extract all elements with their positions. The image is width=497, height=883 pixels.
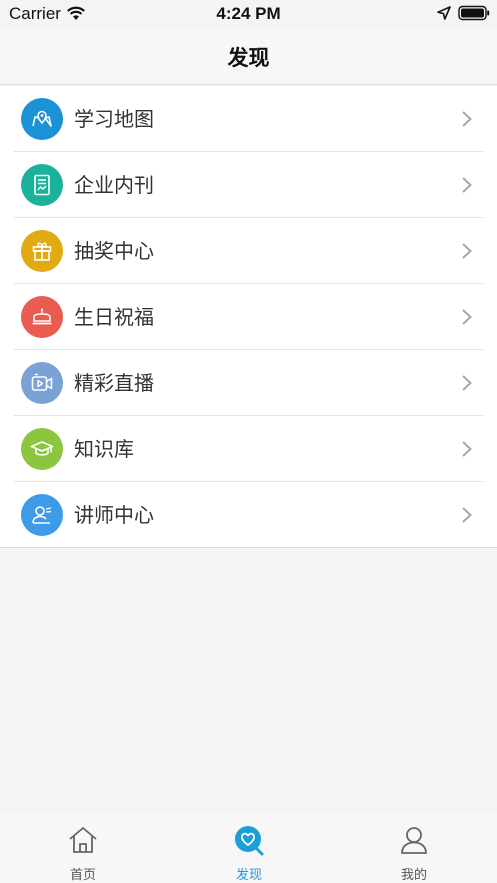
chevron-right-icon [462, 507, 472, 523]
chevron-right-icon [462, 441, 472, 457]
lottery-center-icon-badge [21, 230, 63, 272]
profile-icon [401, 827, 427, 854]
chevron-right-icon [462, 177, 472, 193]
chevron-right-icon [462, 309, 472, 325]
tab-label: 发现 [235, 868, 262, 883]
knowledge-base-icon-badge [21, 428, 63, 470]
company-journal-icon-badge [21, 164, 63, 206]
menu-item-label: 抽奖中心 [74, 239, 154, 263]
tab-home[interactable]: 首页 [0, 811, 166, 883]
live-stream-icon-badge [21, 362, 63, 404]
cake-icon [32, 308, 52, 325]
birthday-wishes-icon-badge [21, 296, 63, 338]
tab-label: 首页 [69, 868, 96, 883]
home-icon [69, 827, 97, 853]
menu-item-label: 学习地图 [74, 107, 154, 131]
status-time: 4:24 PM [216, 4, 281, 23]
discover-menu-list: 学习地图 企业内刊 抽奖中心 生日祝福 精彩直播 知识库 讲师中心 [0, 86, 497, 548]
battery-icon [458, 5, 490, 21]
video-icon [31, 373, 53, 391]
teacher-icon [32, 506, 52, 524]
gift-icon [32, 242, 52, 261]
location-arrow-icon [437, 6, 451, 20]
menu-item-learning-map[interactable]: 学习地图 [0, 86, 497, 152]
status-bar: Carrier 4:24 PM [0, 0, 497, 28]
menu-item-label: 生日祝福 [74, 305, 154, 329]
menu-item-label: 企业内刊 [74, 173, 154, 197]
menu-item-lecturer-center[interactable]: 讲师中心 [0, 482, 497, 548]
menu-item-live-stream[interactable]: 精彩直播 [0, 350, 497, 416]
learning-map-icon-badge [21, 98, 63, 140]
tab-profile[interactable]: 我的 [331, 811, 497, 883]
menu-item-company-journal[interactable]: 企业内刊 [0, 152, 497, 218]
menu-item-label: 精彩直播 [74, 371, 154, 395]
navigation-bar: 发现 [0, 28, 497, 85]
chevron-right-icon [462, 243, 472, 259]
page-title: 发现 [227, 46, 270, 70]
menu-item-label: 知识库 [74, 437, 134, 461]
map-pin-icon [32, 110, 52, 127]
discover-icon [235, 826, 264, 856]
menu-item-label: 讲师中心 [74, 503, 154, 527]
menu-item-birthday-wishes[interactable]: 生日祝福 [0, 284, 497, 350]
lecturer-center-icon-badge [21, 494, 63, 536]
tab-discover[interactable]: 发现 [166, 811, 332, 883]
chevron-right-icon [462, 375, 472, 391]
screen: Carrier 4:24 PM 发现 学习地图 企业内刊 抽奖中心 生日祝福 精… [0, 0, 497, 883]
menu-item-knowledge-base[interactable]: 知识库 [0, 416, 497, 482]
menu-item-lottery-center[interactable]: 抽奖中心 [0, 218, 497, 284]
chevron-right-icon [462, 111, 472, 127]
tab-bar: 首页 发现 我的 [0, 811, 497, 883]
graduation-cap-icon [30, 441, 54, 456]
journal-icon [34, 174, 50, 196]
tab-label: 我的 [400, 868, 427, 883]
